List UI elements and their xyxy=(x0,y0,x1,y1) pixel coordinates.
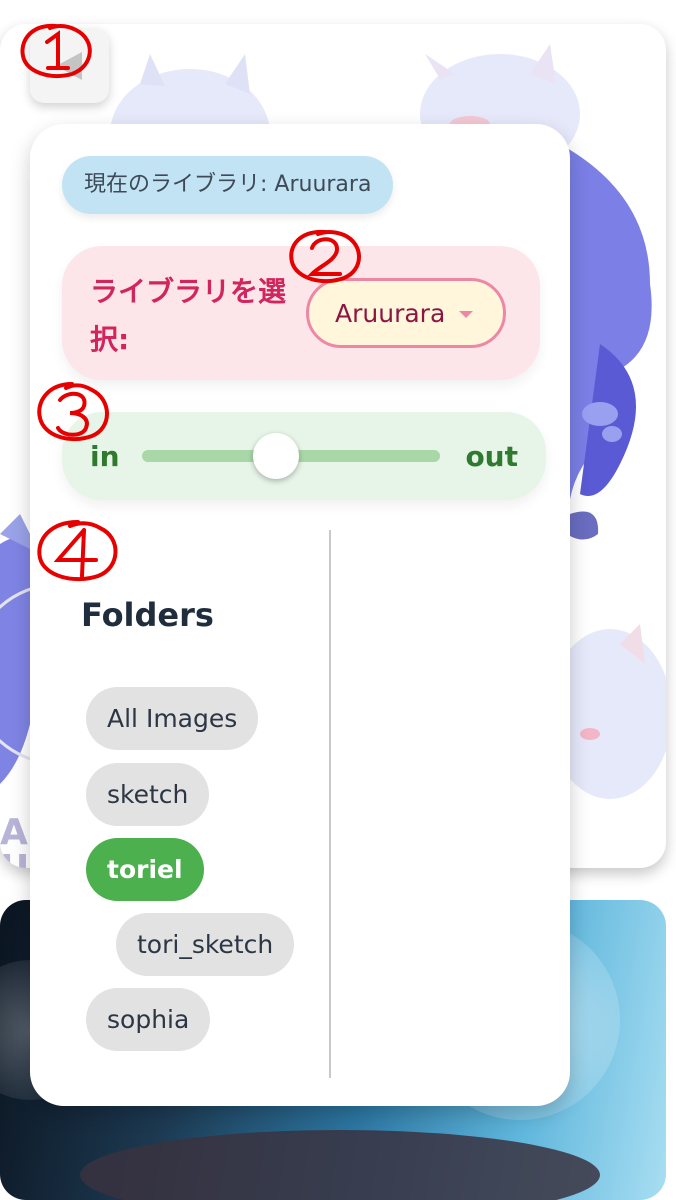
zoom-slider-box: in out xyxy=(62,412,546,500)
annotation-marker-3 xyxy=(37,382,109,442)
dark-shape xyxy=(80,1130,600,1200)
library-select-value: Aruurara xyxy=(335,298,446,328)
library-select-label: ライブラリを選択: xyxy=(90,275,287,356)
column-divider xyxy=(329,530,331,1078)
zoom-slider-thumb[interactable] xyxy=(253,433,300,479)
folder-label: toriel xyxy=(107,855,183,884)
current-library-label: 現在のライブラリ: xyxy=(84,172,275,197)
library-select[interactable]: Aruurara xyxy=(306,278,506,348)
folder-label: sketch xyxy=(107,780,189,809)
folder-item-sketch[interactable]: sketch xyxy=(86,763,210,826)
folder-item-all-images[interactable]: All Images xyxy=(86,687,259,750)
current-library-value: Aruurara xyxy=(274,172,372,197)
annotation-marker-2 xyxy=(289,229,361,284)
caret-down-icon xyxy=(459,311,473,318)
annotation-marker-1 xyxy=(20,23,92,78)
annotation-marker-4 xyxy=(37,520,118,582)
folders-title: Folders xyxy=(81,596,214,634)
folder-label: tori_sketch xyxy=(137,930,274,959)
folder-item-tori-sketch[interactable]: tori_sketch xyxy=(116,913,295,976)
current-library-chip: 現在のライブラリ: Aruurara xyxy=(62,156,394,214)
slider-max-label: out xyxy=(465,440,518,473)
folder-item-toriel[interactable]: toriel xyxy=(86,838,204,901)
folder-label: sophia xyxy=(107,1005,190,1034)
folder-item-sophia[interactable]: sophia xyxy=(86,988,211,1051)
folder-label: All Images xyxy=(107,704,238,733)
